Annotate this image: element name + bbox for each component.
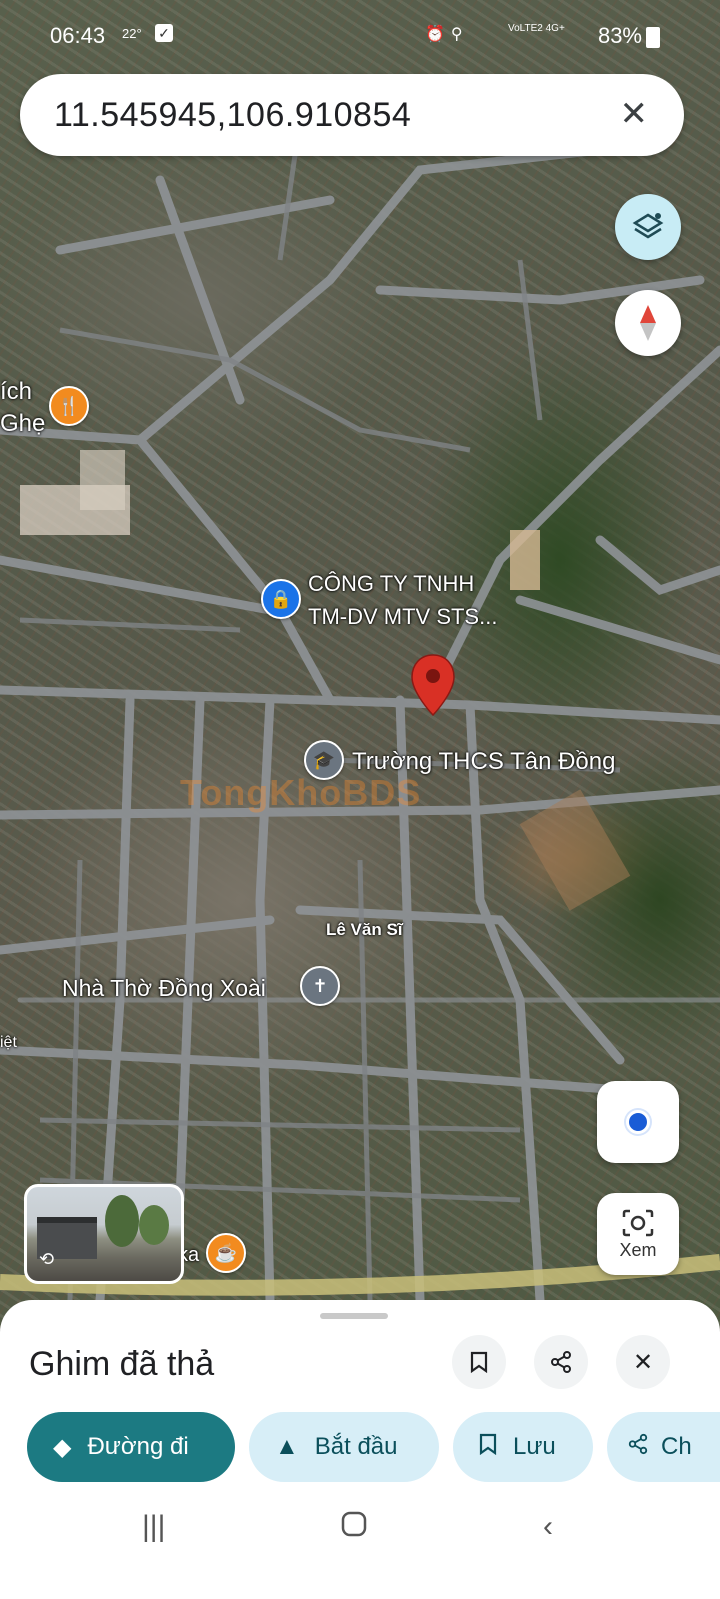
search-input[interactable]: 11.545945,106.910854 [54,96,411,135]
lens-view-button[interactable]: Xem [597,1193,679,1275]
compass-button[interactable] [615,290,681,356]
share-button[interactable] [534,1335,588,1389]
checkbox-notification-icon: ✓ [155,24,173,42]
layers-icon [632,213,664,239]
dropped-pin-icon[interactable] [410,653,456,717]
share-icon [627,1433,649,1462]
lens-label: Xem [619,1239,657,1260]
bookmark-icon [470,1351,488,1373]
close-icon: ✕ [632,1348,654,1376]
back-icon[interactable]: ‹ [543,1510,553,1544]
navigation-icon: ▲ [275,1433,299,1460]
my-location-button[interactable] [597,1081,679,1163]
share-chip-label: Ch [661,1433,692,1460]
close-sheet-button[interactable]: ✕ [616,1335,670,1389]
status-battery: 83% [597,23,642,48]
street-view-thumbnail[interactable]: ⟲ [24,1184,184,1284]
my-location-icon [626,1110,650,1134]
restaurant-label-line1: ích [0,378,33,405]
system-nav-bar: ||| ‹ [0,1490,720,1599]
recent-apps-icon[interactable]: ||| [142,1510,165,1544]
bookmark-button[interactable] [452,1335,506,1389]
rotate-360-icon: ⟲ [39,1249,55,1269]
battery-icon [646,27,660,48]
church-label: Nhà Thờ Đồng Xoài [62,975,266,1001]
alarm-location-icons: ⏰⚲ [425,26,469,43]
watermark-text: TongKhoBDS [180,772,422,813]
home-icon[interactable] [340,1510,368,1546]
directions-chip-label: Đường đi [87,1433,189,1460]
search-bar[interactable]: 11.545945,106.910854 ✕ [20,74,684,156]
camera-lens-icon [622,1209,654,1236]
shopping-icon[interactable]: 🔒 [261,579,301,619]
status-bar: 06:43 22° ✓ ⏰⚲ VoLTE2 4G+ 83% [0,0,720,70]
layers-button[interactable] [615,194,681,260]
restaurant-label-line2: Ghẹ [0,410,46,437]
company-label-line1: CÔNG TY TNHH [308,571,475,596]
directions-icon: ◆ [53,1433,72,1461]
directions-chip[interactable]: ◆ Đường đi [27,1412,235,1482]
save-chip[interactable]: Lưu [453,1412,593,1482]
save-chip-label: Lưu [513,1433,556,1460]
sheet-drag-handle[interactable] [320,1313,388,1319]
start-chip-label: Bắt đầu [314,1433,398,1460]
left-edge-label: iệt [0,1034,17,1051]
status-temperature: 22° [122,26,142,41]
status-time: 06:43 [50,23,106,48]
company-label-line2: TM-DV MTV STS... [308,604,498,629]
church-icon[interactable]: ✝ [300,966,340,1006]
share-icon [551,1351,571,1373]
close-icon[interactable]: ✕ [620,96,649,132]
compass-icon [640,305,656,341]
street-label: Lê Văn Sĩ [326,920,403,939]
map-satellite-view[interactable]: 🍴 ích Ghẹ 🔒 CÔNG TY TNHH TM-DV MTV STS..… [0,0,720,1330]
start-chip[interactable]: ▲ Bắt đầu [249,1412,439,1482]
bookmark-icon [479,1433,497,1462]
sheet-title: Ghim đã thả [29,1345,215,1383]
cafe-icon[interactable]: ☕ [206,1233,246,1273]
status-network: VoLTE2 4G+ [508,23,565,34]
restaurant-icon[interactable]: 🍴 [49,386,89,426]
share-chip[interactable]: Ch [607,1412,720,1482]
